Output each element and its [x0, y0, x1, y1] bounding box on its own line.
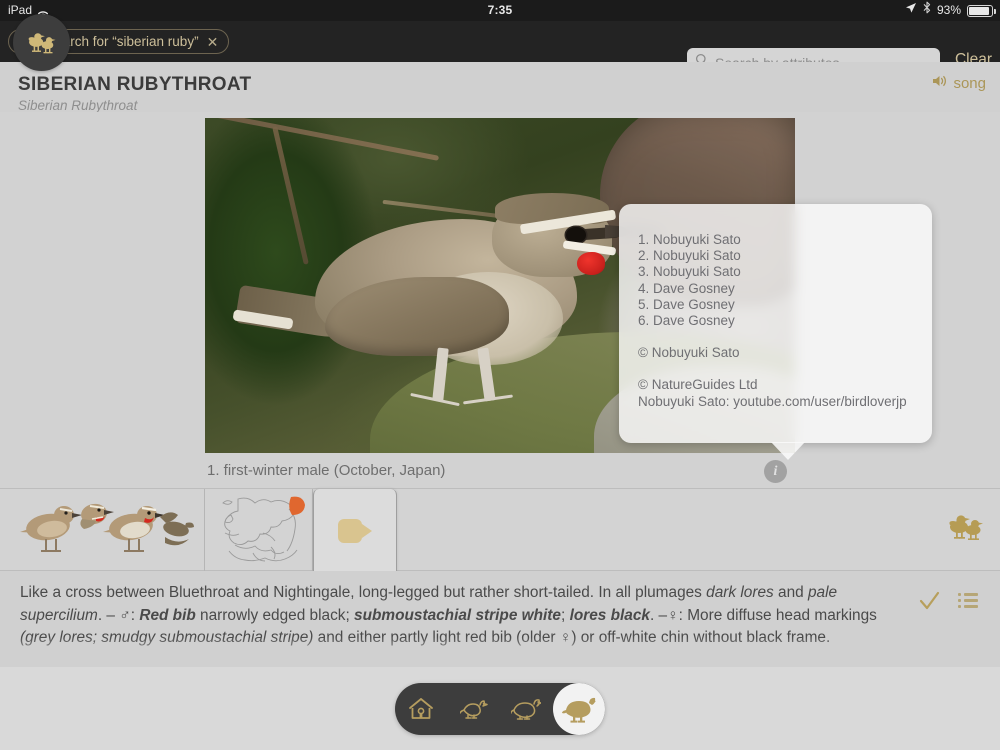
desc-text: and	[773, 584, 808, 601]
caption-row: 1. first-winter male (October, Japan) i	[205, 458, 795, 488]
credit-line: 3. Nobuyuki Sato	[638, 264, 741, 280]
species-list-fab[interactable]	[13, 14, 70, 71]
description-pane[interactable]: Like a cross between Bluethroat and Nigh…	[0, 571, 1000, 667]
desc-text: ;	[561, 606, 570, 624]
credit-line: 2. Nobuyuki Sato	[638, 248, 741, 264]
song-button[interactable]: song	[932, 74, 986, 92]
credits-popover[interactable]: 1. Nobuyuki Sato 2. Nobuyuki Sato 3. Nob…	[619, 204, 932, 460]
status-time: 7:35	[487, 3, 513, 17]
bird-plates-icon	[20, 503, 194, 552]
app-root: iPad 7:35 93% Text search for “siberian …	[0, 0, 1000, 750]
status-right: 93%	[905, 0, 996, 21]
credit-attribution: Nobuyuki Sato: youtube.com/user/birdlove…	[638, 393, 907, 409]
compare-species-button[interactable]	[948, 513, 984, 546]
bluetooth-icon	[923, 0, 931, 21]
credit-line: 1. Nobuyuki Sato	[638, 232, 741, 247]
tab-species[interactable]	[553, 683, 606, 735]
copyright-photo: © Nobuyuki Sato	[638, 345, 740, 361]
desc-text: narrowly edged black;	[195, 606, 355, 624]
photo-bird	[232, 188, 662, 409]
tab-home[interactable]	[395, 683, 448, 735]
info-icon[interactable]: i	[764, 460, 787, 483]
desc-emphasis: submoustachial stripe white	[354, 606, 561, 624]
speaker-icon	[932, 74, 948, 92]
bird-outline-medium-icon	[511, 699, 542, 720]
search-bar: Text search for “siberian ruby” ✕ Search…	[0, 21, 1000, 77]
two-birds-icon	[949, 515, 983, 540]
checkmark-icon[interactable]	[919, 591, 940, 617]
photo-caption: 1. first-winter male (October, Japan)	[207, 462, 446, 479]
thumbnail-video[interactable]	[313, 489, 397, 572]
desc-emphasis: dark lores	[706, 584, 774, 601]
tab-browse-medium[interactable]	[500, 683, 553, 735]
list-icon[interactable]	[958, 593, 978, 611]
credit-line: 5. Dave Gosney	[638, 296, 735, 312]
tab-browse-small[interactable]	[448, 683, 501, 735]
species-header: SIBERIAN RUBYTHROAT Siberian Rubythroat	[0, 62, 1000, 113]
map-icon	[222, 496, 305, 562]
desc-text: . – ♂:	[97, 606, 140, 624]
copyright-app: © NatureGuides Ltd	[638, 377, 758, 393]
desc-emphasis: lores black	[569, 606, 650, 624]
credit-line: 6. Dave Gosney	[638, 313, 735, 329]
home-icon	[409, 698, 434, 719]
thumbnail-empty-area[interactable]	[397, 489, 1000, 572]
page-title: SIBERIAN RUBYTHROAT	[18, 74, 252, 95]
desc-emphasis: Red bib	[139, 606, 196, 624]
media-thumbnail-strip	[0, 488, 1000, 572]
two-birds-icon	[28, 32, 55, 53]
thumbnail-illustration-plates[interactable]	[0, 489, 205, 572]
bird-filled-icon	[561, 697, 596, 723]
media-pane: 1. Nobuyuki Sato 2. Nobuyuki Sato 3. Nob…	[0, 112, 1000, 488]
location-arrow-icon	[905, 0, 917, 21]
thumbnail-range-map[interactable]	[205, 489, 313, 572]
battery-percent: 93%	[936, 3, 961, 17]
battery-icon	[967, 4, 996, 17]
scientific-name: Siberian Rubythroat	[18, 98, 138, 113]
bird-outline-small-icon	[459, 700, 488, 719]
video-camera-icon	[338, 518, 372, 543]
bottom-tab-bar	[395, 683, 605, 735]
song-label: song	[953, 74, 986, 92]
desc-text: Like a cross between Bluethroat and Nigh…	[20, 584, 707, 601]
close-icon[interactable]: ✕	[207, 35, 219, 49]
desc-text: . –♀: More diffuse head markings	[649, 606, 877, 624]
credit-line: 4. Dave Gosney	[638, 280, 735, 296]
ios-status-bar: iPad 7:35 93%	[0, 0, 1000, 21]
description-fade	[0, 637, 1000, 667]
